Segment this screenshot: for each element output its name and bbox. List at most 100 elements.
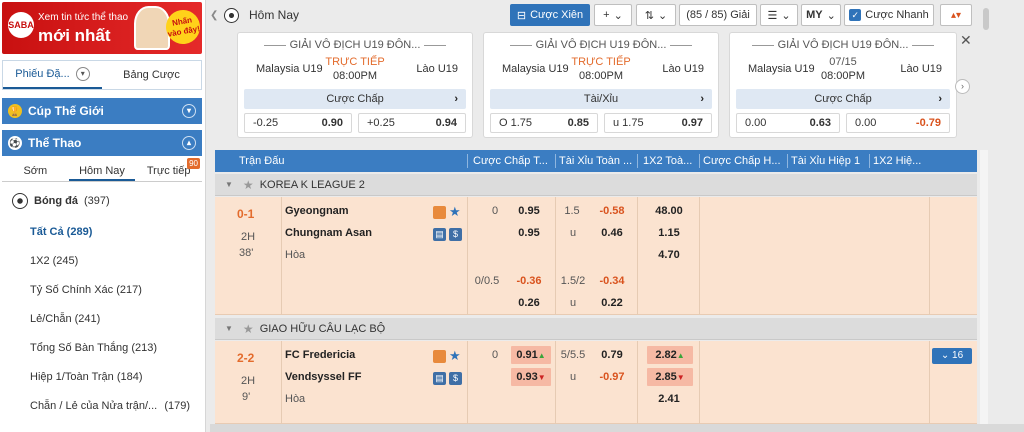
odds-hdp-home[interactable]: -0.36: [511, 275, 547, 287]
sport-soccer[interactable]: Bóng đá (397): [2, 188, 202, 214]
card-odds-over[interactable]: O 1.75 0.85: [490, 113, 598, 133]
scrollbar[interactable]: [983, 8, 989, 30]
refresh-button[interactable]: ▴▾: [940, 4, 972, 26]
menu-item-total-goals[interactable]: Tổng Số Bàn Thắng (213): [2, 334, 202, 362]
menu-item-1x2[interactable]: 1X2 (245): [2, 247, 202, 275]
odds-under[interactable]: -0.97: [593, 371, 631, 383]
parlay-label: Cược Xiên: [530, 9, 584, 21]
odds-over[interactable]: 0.79: [593, 349, 631, 361]
menu-item-all[interactable]: Tất Cả (289): [2, 218, 202, 246]
odds-value: 0.93: [516, 371, 538, 383]
odds-hdp-home[interactable]: 0.95: [511, 205, 547, 217]
chevron-down-icon[interactable]: ▼: [225, 180, 233, 189]
cashout-icon[interactable]: $: [449, 372, 462, 385]
cashout-icon[interactable]: $: [449, 228, 462, 241]
odds-under[interactable]: 0.46: [593, 227, 631, 239]
odds-over[interactable]: -0.34: [593, 275, 631, 287]
card-league: GIẢI VÔ ĐỊCH U19 ĐÔN...: [238, 39, 472, 51]
tab-early[interactable]: Sớm: [2, 160, 69, 181]
odds-value: 0.94: [435, 117, 457, 129]
odds-1x2-home[interactable]: 2.82▲: [647, 346, 693, 364]
card-bet-type[interactable]: Tài/Xỉu ›: [490, 89, 712, 109]
section-world-cup-label: Cúp Thế Giới: [28, 104, 104, 118]
more-markets-button[interactable]: ⌄ 16: [932, 348, 972, 364]
card-date: 07/15: [829, 56, 857, 68]
odds-hdp-away[interactable]: 0.26: [511, 297, 547, 309]
card-odds-away[interactable]: +0.25 0.94: [358, 113, 466, 133]
chevron-down-icon[interactable]: ▾: [75, 67, 90, 81]
parlay-button[interactable]: ⊟ Cược Xiên: [510, 4, 590, 26]
odds-value: 0.91: [516, 349, 538, 361]
ou-line: 5/5.5: [560, 349, 586, 361]
odds-under[interactable]: 0.22: [593, 297, 631, 309]
card-bet-type[interactable]: Cược Chấp ›: [736, 89, 950, 109]
add-button[interactable]: + ⌄: [594, 4, 632, 26]
section-world-cup[interactable]: 🏆 Cúp Thế Giới ▾: [2, 98, 202, 124]
col-ht-over-under: Tài Xỉu Hiệp 1: [791, 155, 861, 167]
menu-item-half-odd-even[interactable]: Chẵn / Lẻ của Nửa trận/... (179): [2, 392, 202, 420]
tv-icon[interactable]: ▤: [433, 228, 446, 241]
menu-item-odd-even[interactable]: Lẻ/Chẵn (241): [2, 305, 202, 333]
view-mode-button[interactable]: ☰ ⌄: [760, 4, 798, 26]
card-odds-home[interactable]: 0.00 0.63: [736, 113, 840, 133]
odds-line: u 1.75: [613, 117, 644, 129]
star-icon[interactable]: ★: [243, 178, 254, 192]
star-icon[interactable]: ★: [243, 322, 254, 336]
chevron-left-icon[interactable]: ❮: [210, 10, 220, 21]
odds-hdp-away[interactable]: 0.93▼: [511, 368, 551, 386]
odds-1x2-home[interactable]: 48.00: [645, 205, 693, 217]
odds-type-label: MY: [806, 9, 823, 21]
home-team: FC Fredericia: [285, 349, 356, 361]
tab-live[interactable]: Trực tiếp 90: [135, 158, 202, 181]
favorite-star-icon[interactable]: ★: [449, 349, 462, 362]
card-odds-under[interactable]: u 1.75 0.97: [604, 113, 712, 133]
horizontal-scrollbar[interactable]: [210, 424, 1024, 432]
chevron-down-icon: ⌄: [781, 9, 791, 22]
league-header[interactable]: ▼ ★ GIAO HỮU CÂU LẠC BỘ: [215, 318, 977, 340]
table-scrollbar[interactable]: [980, 150, 988, 432]
sort-button[interactable]: ⇅ ⌄: [636, 4, 676, 26]
favorite-star-icon[interactable]: ★: [449, 205, 462, 218]
menu-item-correct-score[interactable]: Tỷ Số Chính Xác (217): [2, 276, 202, 304]
section-sports[interactable]: ⚽ Thể Thao ▴: [2, 130, 202, 156]
card-odds-away[interactable]: 0.00 -0.79: [846, 113, 950, 133]
away-team: Vendsyssel FF: [285, 371, 362, 383]
odds-over[interactable]: -0.58: [593, 205, 631, 217]
stats-icon[interactable]: [433, 206, 446, 219]
quick-bet-label: Cược Nhanh: [865, 9, 929, 21]
tab-bet-list[interactable]: Bảng Cược: [102, 61, 201, 89]
live-count-badge: 90: [187, 158, 201, 169]
card-bet-type-label: Cược Chấp: [326, 93, 384, 105]
chevron-down-icon[interactable]: ▾: [182, 104, 196, 118]
promo-banner[interactable]: SABA Xem tin tức thể thao mới nhất Nhấn …: [2, 2, 202, 54]
odds-1x2-away[interactable]: 2.85▼: [647, 368, 693, 386]
featured-match-card[interactable]: GIẢI VÔ ĐỊCH U19 ĐÔN... Malaysia U19 Lào…: [729, 32, 957, 138]
col-ft-1x2: 1X2 Toà...: [643, 155, 693, 167]
stats-icon[interactable]: [433, 350, 446, 363]
quick-bet-toggle[interactable]: ✓ Cược Nhanh: [844, 4, 934, 26]
mascot-icon: [134, 6, 170, 50]
chevron-up-icon[interactable]: ▴: [182, 136, 196, 150]
odds-hdp-away[interactable]: 0.95: [511, 227, 547, 239]
sport-name: Bóng đá: [34, 195, 78, 207]
featured-match-card[interactable]: GIẢI VÔ ĐỊCH U19 ĐÔN... Malaysia U19 Lào…: [237, 32, 473, 138]
select-leagues-button[interactable]: (85 / 85) Giải: [679, 4, 757, 26]
menu-item-ht-ft[interactable]: Hiệp 1/Toàn Trận (184): [2, 363, 202, 391]
tab-bet-slip[interactable]: Phiếu Đặ... ▾: [3, 61, 102, 89]
league-header[interactable]: ▼ ★ KOREA K LEAGUE 2: [215, 174, 977, 196]
tv-icon[interactable]: ▤: [433, 372, 446, 385]
odds-1x2-away[interactable]: 1.15: [645, 227, 693, 239]
banner-line2: mới nhất: [38, 26, 111, 45]
odds-type-select[interactable]: MY ⌄: [801, 4, 841, 26]
odds-1x2-draw[interactable]: 2.41: [645, 393, 693, 405]
close-icon[interactable]: ✕: [960, 32, 972, 49]
odds-hdp-home[interactable]: 0.91▲: [511, 346, 551, 364]
card-odds-home[interactable]: -0.25 0.90: [244, 113, 352, 133]
featured-match-card[interactable]: GIẢI VÔ ĐỊCH U19 ĐÔN... Malaysia U19 Lào…: [483, 32, 719, 138]
card-bet-type[interactable]: Cược Chấp ›: [244, 89, 466, 109]
tab-today[interactable]: Hôm Nay: [68, 160, 136, 181]
odds-1x2-draw[interactable]: 4.70: [645, 249, 693, 261]
sport-count: (397): [84, 195, 110, 207]
chevron-down-icon[interactable]: ▼: [225, 324, 233, 333]
chevron-right-icon[interactable]: ›: [955, 79, 970, 94]
